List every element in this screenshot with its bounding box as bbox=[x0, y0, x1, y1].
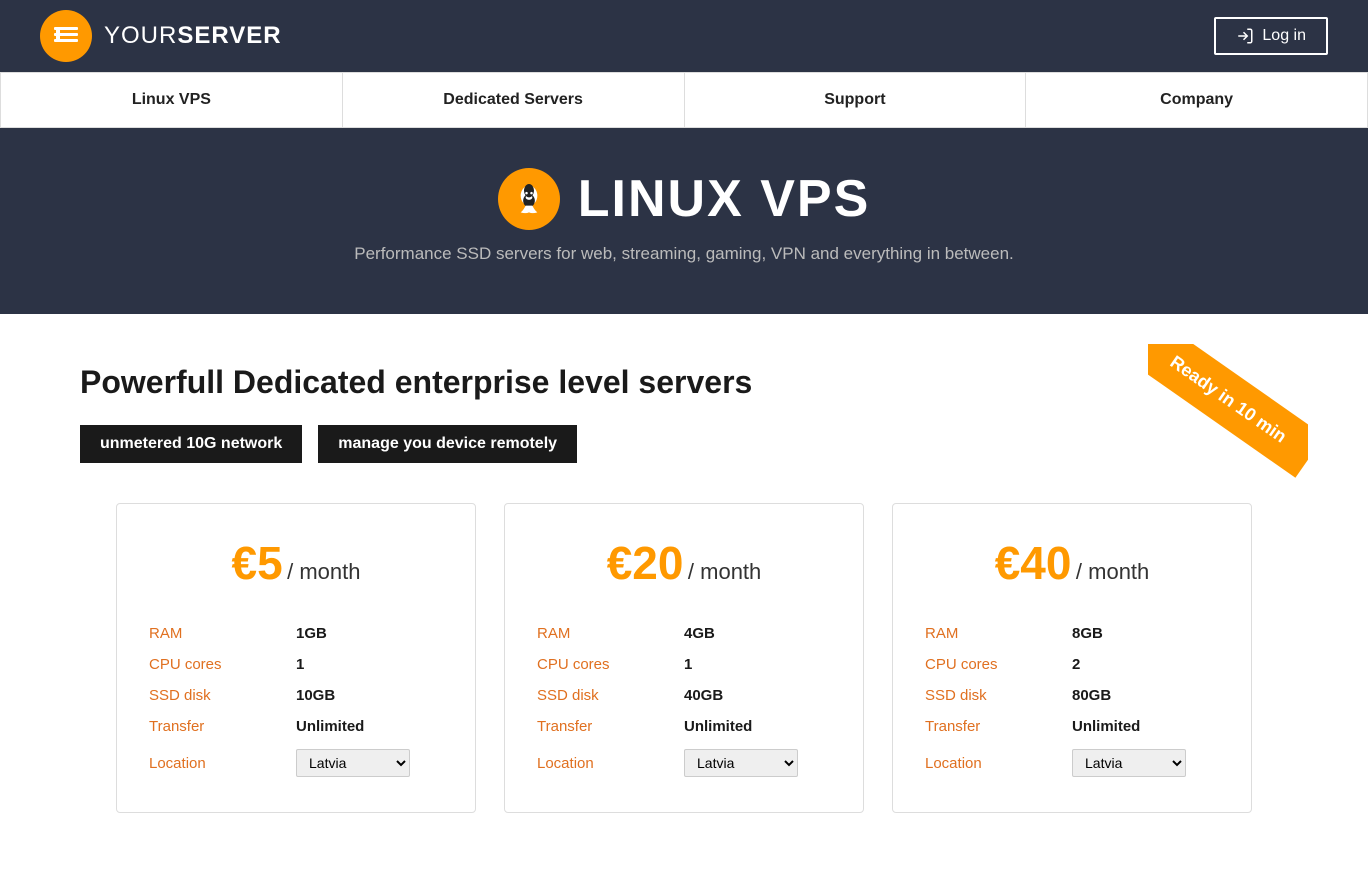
location-select-cell-3: Latvia Germany Netherlands USA bbox=[1072, 742, 1219, 784]
ready-ribbon: Ready in 10 min bbox=[1148, 344, 1308, 478]
hero-title-row: LINUX VPS bbox=[20, 168, 1348, 230]
ram-value-3: 8GB bbox=[1072, 618, 1219, 649]
cpu-value-3: 2 bbox=[1072, 649, 1219, 680]
nav-dedicated-servers[interactable]: Dedicated Servers bbox=[343, 73, 685, 127]
pricing-row: €5 / month RAM 1GB CPU cores 1 SSD disk … bbox=[80, 503, 1288, 813]
logo-area: YOURSERVER bbox=[40, 10, 282, 62]
ram-label-3: RAM bbox=[925, 618, 1072, 649]
badges-row: unmetered 10G network manage you device … bbox=[80, 425, 1288, 463]
location-select-3[interactable]: Latvia Germany Netherlands USA bbox=[1072, 749, 1186, 777]
location-select-2[interactable]: Latvia Germany Netherlands USA bbox=[684, 749, 798, 777]
hero-subtitle: Performance SSD servers for web, streami… bbox=[20, 244, 1348, 264]
transfer-value-3: Unlimited bbox=[1072, 711, 1219, 742]
transfer-label-2: Transfer bbox=[537, 711, 684, 742]
location-label-3: Location bbox=[925, 742, 1072, 784]
price-period-2: / month bbox=[688, 559, 761, 584]
transfer-label-3: Transfer bbox=[925, 711, 1072, 742]
location-select-1[interactable]: Latvia Germany Netherlands USA bbox=[296, 749, 410, 777]
hero-title: LINUX VPS bbox=[578, 169, 871, 229]
disk-value-1: 10GB bbox=[296, 680, 443, 711]
cpu-label-2: CPU cores bbox=[537, 649, 684, 680]
table-row: CPU cores 1 bbox=[537, 649, 831, 680]
nav-support[interactable]: Support bbox=[685, 73, 1027, 127]
table-row: SSD disk 80GB bbox=[925, 680, 1219, 711]
pricing-card-3: €40 / month RAM 8GB CPU cores 2 SSD disk… bbox=[892, 503, 1252, 813]
location-label-1: Location bbox=[149, 742, 296, 784]
price-amount-2: €20 bbox=[607, 537, 684, 589]
hero-section: LINUX VPS Performance SSD servers for we… bbox=[0, 128, 1368, 314]
badge-network: unmetered 10G network bbox=[80, 425, 302, 463]
logo-text: YOURSERVER bbox=[104, 22, 282, 50]
pricing-card-1: €5 / month RAM 1GB CPU cores 1 SSD disk … bbox=[116, 503, 476, 813]
ribbon-container: Ready in 10 min bbox=[1148, 344, 1308, 504]
price-row-3: €40 / month bbox=[925, 536, 1219, 590]
spec-table-1: RAM 1GB CPU cores 1 SSD disk 10GB Transf… bbox=[149, 618, 443, 784]
ram-label-1: RAM bbox=[149, 618, 296, 649]
section-title: Powerfull Dedicated enterprise level ser… bbox=[80, 364, 1288, 401]
table-row: CPU cores 2 bbox=[925, 649, 1219, 680]
disk-value-2: 40GB bbox=[684, 680, 831, 711]
price-row-1: €5 / month bbox=[149, 536, 443, 590]
login-button[interactable]: Log in bbox=[1214, 17, 1328, 55]
ram-value-2: 4GB bbox=[684, 618, 831, 649]
cpu-label-1: CPU cores bbox=[149, 649, 296, 680]
table-row: Transfer Unlimited bbox=[537, 711, 831, 742]
spec-table-2: RAM 4GB CPU cores 1 SSD disk 40GB Transf… bbox=[537, 618, 831, 784]
login-label: Log in bbox=[1262, 27, 1306, 45]
logo-text-part2: SERVER bbox=[177, 22, 281, 49]
cpu-value-2: 1 bbox=[684, 649, 831, 680]
table-row: Location Latvia Germany Netherlands USA bbox=[149, 742, 443, 784]
logo-text-part1: YOUR bbox=[104, 22, 177, 49]
table-row: RAM 4GB bbox=[537, 618, 831, 649]
ram-value-1: 1GB bbox=[296, 618, 443, 649]
transfer-value-2: Unlimited bbox=[684, 711, 831, 742]
tux-icon bbox=[509, 179, 549, 219]
table-row: SSD disk 40GB bbox=[537, 680, 831, 711]
transfer-value-1: Unlimited bbox=[296, 711, 443, 742]
price-amount-1: €5 bbox=[232, 537, 283, 589]
hero-linux-icon bbox=[498, 168, 560, 230]
nav-linux-vps[interactable]: Linux VPS bbox=[1, 73, 343, 127]
disk-label-3: SSD disk bbox=[925, 680, 1072, 711]
location-select-cell-2: Latvia Germany Netherlands USA bbox=[684, 742, 831, 784]
login-icon bbox=[1236, 27, 1254, 45]
table-row: Location Latvia Germany Netherlands USA bbox=[925, 742, 1219, 784]
disk-value-3: 80GB bbox=[1072, 680, 1219, 711]
price-amount-3: €40 bbox=[995, 537, 1072, 589]
badge-remote: manage you device remotely bbox=[318, 425, 577, 463]
disk-label-1: SSD disk bbox=[149, 680, 296, 711]
price-period-3: / month bbox=[1076, 559, 1149, 584]
table-row: SSD disk 10GB bbox=[149, 680, 443, 711]
main-nav: Linux VPS Dedicated Servers Support Comp… bbox=[0, 72, 1368, 128]
spec-table-3: RAM 8GB CPU cores 2 SSD disk 80GB Transf… bbox=[925, 618, 1219, 784]
cpu-label-3: CPU cores bbox=[925, 649, 1072, 680]
cpu-value-1: 1 bbox=[296, 649, 443, 680]
table-row: Location Latvia Germany Netherlands USA bbox=[537, 742, 831, 784]
nav-company[interactable]: Company bbox=[1026, 73, 1367, 127]
table-row: RAM 8GB bbox=[925, 618, 1219, 649]
table-row: CPU cores 1 bbox=[149, 649, 443, 680]
table-row: Transfer Unlimited bbox=[149, 711, 443, 742]
logo-svg bbox=[50, 20, 82, 52]
price-period-1: / month bbox=[287, 559, 360, 584]
logo-icon bbox=[40, 10, 92, 62]
pricing-card-2: €20 / month RAM 4GB CPU cores 1 SSD disk… bbox=[504, 503, 864, 813]
location-select-cell-1: Latvia Germany Netherlands USA bbox=[296, 742, 443, 784]
transfer-label-1: Transfer bbox=[149, 711, 296, 742]
table-row: Transfer Unlimited bbox=[925, 711, 1219, 742]
ram-label-2: RAM bbox=[537, 618, 684, 649]
price-row-2: €20 / month bbox=[537, 536, 831, 590]
table-row: RAM 1GB bbox=[149, 618, 443, 649]
content-section: Ready in 10 min Powerfull Dedicated ente… bbox=[0, 314, 1368, 873]
location-label-2: Location bbox=[537, 742, 684, 784]
header: YOURSERVER Log in bbox=[0, 0, 1368, 72]
disk-label-2: SSD disk bbox=[537, 680, 684, 711]
